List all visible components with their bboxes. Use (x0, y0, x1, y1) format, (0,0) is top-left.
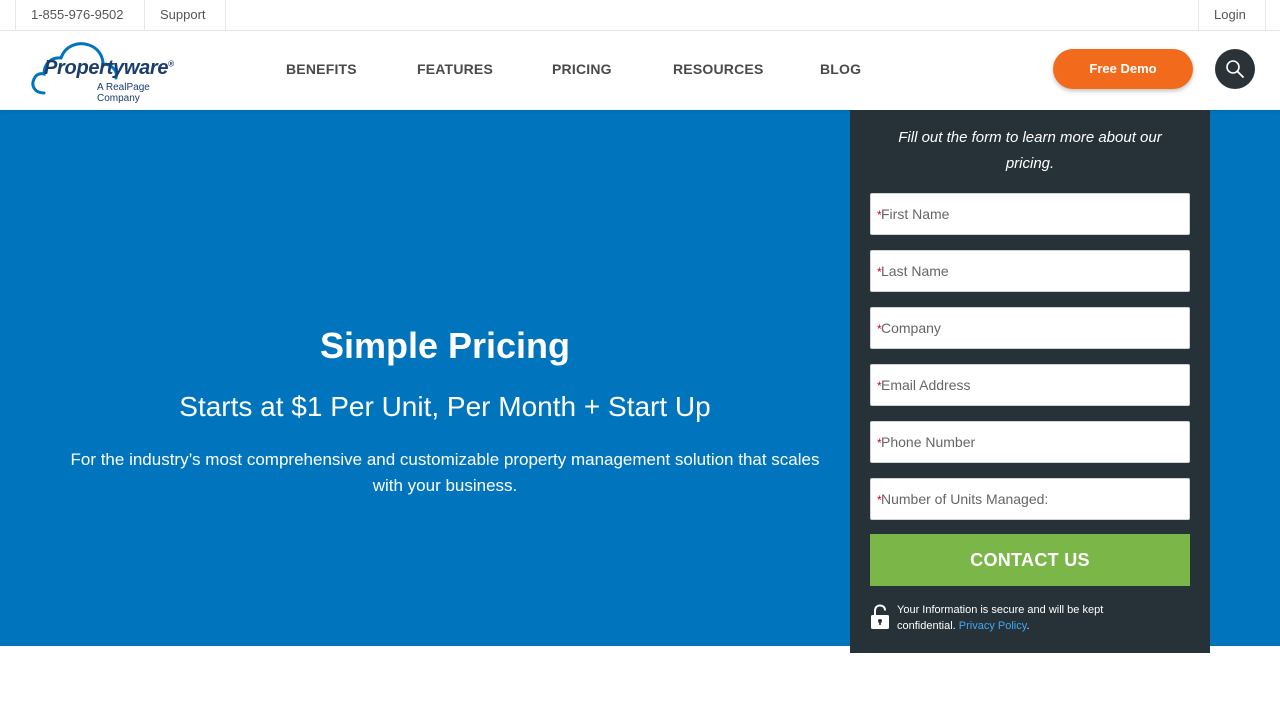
propertyware-logo[interactable]: Propertyware® A RealPage Company (30, 38, 195, 104)
registered-mark: ® (168, 59, 174, 69)
security-text: Your Information is secure and will be k… (897, 604, 1104, 632)
last-name-field: * (870, 250, 1190, 292)
hero-title: Simple Pricing (319, 325, 571, 366)
first-name-input[interactable] (881, 194, 1181, 234)
hero-description: For the industry’s most comprehensive an… (70, 450, 820, 495)
form-intro: Fill out the form to learn more about ou… (898, 129, 1162, 172)
login-link[interactable]: Login (1198, 0, 1266, 30)
phone-input[interactable] (881, 422, 1181, 462)
phone-field: * (870, 421, 1190, 463)
units-managed-field: * (870, 478, 1190, 520)
nav-resources[interactable]: RESOURCES (673, 61, 763, 77)
email-field: * (870, 364, 1190, 406)
contact-us-button[interactable]: CONTACT US (870, 534, 1190, 586)
hero-subtitle: Starts at $1 Per Unit, Per Month + Start… (179, 391, 711, 422)
last-name-input[interactable] (881, 251, 1181, 291)
company-input[interactable] (881, 308, 1181, 348)
privacy-policy-link[interactable]: Privacy Policy (959, 620, 1027, 632)
nav-benefits[interactable]: BENEFITS (286, 61, 357, 77)
company-field: * (870, 307, 1190, 349)
email-input[interactable] (881, 365, 1181, 405)
units-managed-input[interactable] (881, 479, 1181, 519)
padlock-icon (871, 604, 889, 629)
security-notice: Your Information is secure and will be k… (870, 602, 1190, 638)
utility-bar: 1-855-976-9502 Support Login (0, 0, 1280, 31)
logo-wordmark: Propertyware® (44, 57, 174, 79)
search-button[interactable] (1215, 49, 1255, 89)
logo-tagline: A RealPage Company (97, 82, 150, 104)
first-name-field: * (870, 193, 1190, 235)
nav-pricing[interactable]: PRICING (552, 61, 612, 77)
phone-link[interactable]: 1-855-976-9502 (15, 0, 145, 30)
search-icon (1226, 60, 1244, 78)
nav-features[interactable]: FEATURES (417, 61, 493, 77)
nav-blog[interactable]: BLOG (820, 61, 861, 77)
pricing-form: Fill out the form to learn more about ou… (850, 110, 1210, 653)
free-demo-button[interactable]: Free Demo (1053, 49, 1193, 89)
support-link[interactable]: Support (144, 0, 226, 30)
main-header: Propertyware® A RealPage Company BENEFIT… (0, 31, 1280, 110)
